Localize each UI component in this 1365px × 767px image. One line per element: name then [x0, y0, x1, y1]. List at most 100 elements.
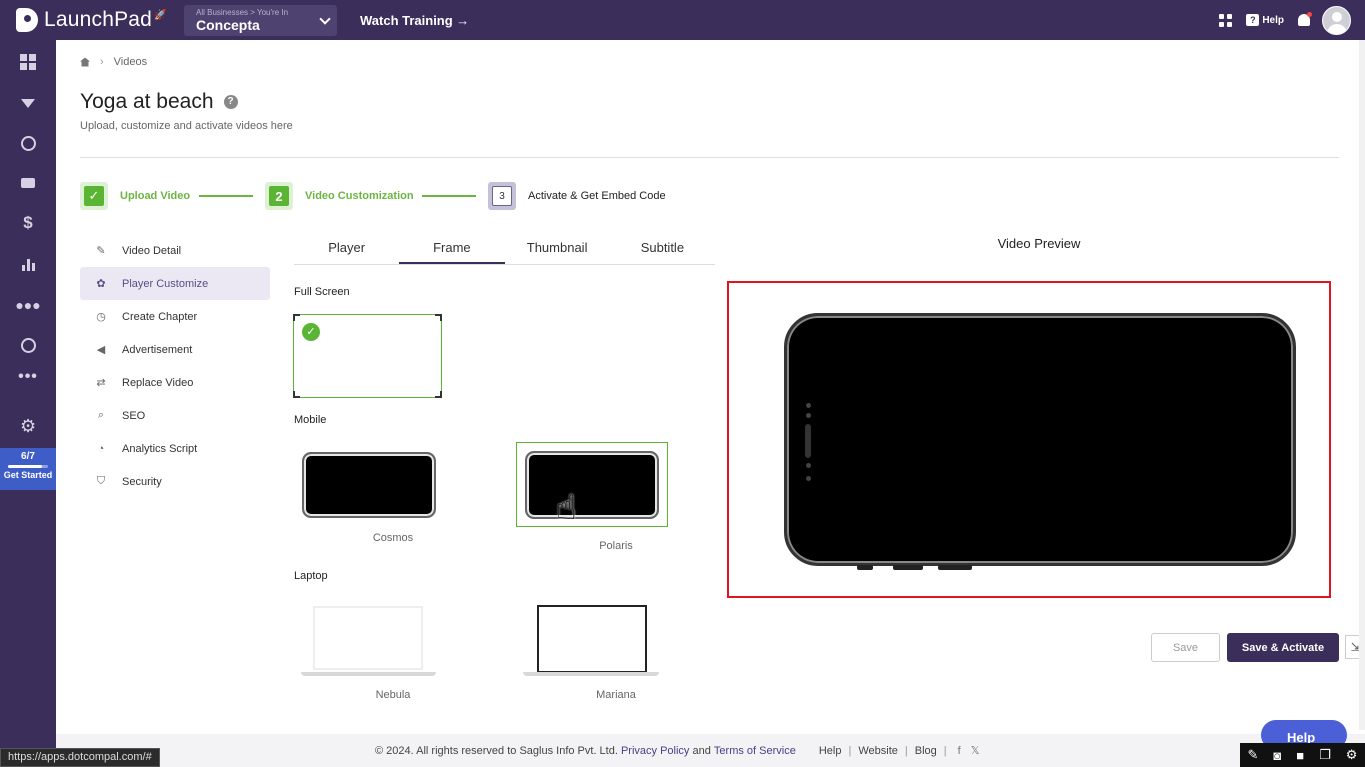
- phone-button: [893, 565, 923, 570]
- footer-website-link[interactable]: Website: [858, 745, 898, 757]
- menu-item-security[interactable]: ⛉ Security: [80, 465, 270, 498]
- facebook-icon[interactable]: f: [958, 745, 961, 757]
- step-upload-video[interactable]: ✓ Upload Video: [80, 182, 190, 210]
- dashboard-icon[interactable]: [20, 54, 36, 70]
- menu-item-create-chapter[interactable]: ◷ Create Chapter: [80, 300, 270, 333]
- analytics-icon: ◔: [97, 442, 105, 455]
- mobile-heading: Mobile: [294, 414, 327, 426]
- step-activate[interactable]: 3 Activate & Get Embed Code: [488, 182, 666, 210]
- watch-training-link[interactable]: Watch Training →: [360, 13, 469, 28]
- help-icon[interactable]: ?: [223, 95, 238, 109]
- step-video-customization[interactable]: 2 Video Customization: [265, 182, 414, 210]
- logo[interactable]: LaunchPad 🚀: [16, 8, 184, 32]
- speaker-icon: [805, 424, 811, 458]
- footer-help-link[interactable]: Help: [819, 745, 842, 757]
- step-label: Upload Video: [120, 190, 191, 202]
- tab-subtitle[interactable]: Subtitle: [610, 234, 715, 264]
- menu-item-advertisement[interactable]: ◀ Advertisement: [80, 333, 270, 366]
- palette-icon: ✿: [96, 278, 106, 290]
- step-number: 2: [269, 186, 289, 206]
- hand-cursor-icon: ☝: [556, 489, 577, 527]
- menu-item-video-detail[interactable]: ✎ Video Detail: [80, 234, 270, 267]
- customize-tabs: Player Frame Thumbnail Subtitle: [294, 234, 715, 265]
- people-icon[interactable]: ●●●: [15, 297, 40, 313]
- get-started-count: 6/7: [21, 451, 35, 462]
- terms-link[interactable]: Terms of Service: [714, 745, 796, 757]
- frame-label-nebula: Nebula: [375, 689, 411, 701]
- frame-polaris[interactable]: [525, 451, 659, 519]
- divider: [80, 157, 1339, 158]
- step-connector: [199, 195, 253, 197]
- dollar-icon[interactable]: $: [20, 213, 36, 232]
- video-icon[interactable]: [20, 175, 36, 191]
- window-icon[interactable]: ❐: [1319, 747, 1331, 763]
- home-icon[interactable]: [80, 57, 90, 67]
- footer-blog-link[interactable]: Blog: [915, 745, 937, 757]
- x-twitter-icon[interactable]: 𝕏: [971, 744, 980, 757]
- video-preview-title: Video Preview: [997, 236, 1081, 251]
- camera-icon: [806, 413, 811, 418]
- business-switcher[interactable]: All Businesses > You're In Concepta: [184, 4, 337, 36]
- notification-bell-icon[interactable]: [1298, 12, 1312, 26]
- pin-icon[interactable]: ✎: [1248, 747, 1259, 763]
- menu-item-seo[interactable]: ⌕ SEO: [80, 399, 270, 432]
- menu-item-label: Advertisement: [122, 343, 193, 356]
- funnel-icon[interactable]: [20, 95, 36, 111]
- megaphone-icon: ◀: [96, 344, 106, 356]
- menu-item-replace-video[interactable]: ⇄ Replace Video: [80, 366, 270, 399]
- menu-item-analytics-script[interactable]: ◔ Analytics Script: [80, 432, 270, 465]
- search-icon: ⌕: [97, 409, 105, 421]
- check-icon: ✓: [84, 186, 104, 206]
- gear-icon[interactable]: ⚙: [1346, 747, 1358, 763]
- footer: © 2024. All rights reserved to Saglus In…: [56, 734, 1365, 767]
- phone-button: [938, 565, 972, 570]
- help-label: Help: [1262, 14, 1284, 26]
- frame-cosmos[interactable]: [302, 452, 436, 518]
- frame-mariana[interactable]: [537, 605, 647, 673]
- scrollbar[interactable]: [1359, 40, 1365, 730]
- menu-item-player-customize[interactable]: ✿ Player Customize: [80, 267, 270, 300]
- camera-icon[interactable]: ◙: [1273, 748, 1281, 763]
- gauge-icon[interactable]: [20, 337, 36, 353]
- chart-icon[interactable]: [20, 257, 36, 273]
- left-rail: $ ●●● ••• ⚙ 6/7 Get Started: [0, 40, 56, 767]
- record-icon[interactable]: ■: [1296, 748, 1304, 763]
- logo-text: LaunchPad: [44, 8, 153, 31]
- save-activate-button[interactable]: Save & Activate: [1227, 633, 1339, 662]
- tab-player[interactable]: Player: [294, 234, 399, 264]
- gear-icon[interactable]: ⚙: [20, 416, 36, 436]
- breadcrumb-current[interactable]: Videos: [114, 56, 147, 68]
- tab-thumbnail[interactable]: Thumbnail: [505, 234, 610, 264]
- privacy-policy-link[interactable]: Privacy Policy: [621, 745, 689, 757]
- frame-nebula[interactable]: [313, 606, 423, 670]
- check-icon: ✓: [302, 323, 320, 341]
- preview-phone-frame: [784, 313, 1296, 570]
- camera-icon: [806, 476, 811, 481]
- menu-item-label: Analytics Script: [122, 442, 198, 455]
- breadcrumb: › Videos: [80, 56, 147, 68]
- tab-frame[interactable]: Frame: [399, 234, 505, 264]
- footer-copyright: © 2024. All rights reserved to Saglus In…: [375, 744, 618, 757]
- help-icon: ?: [1246, 14, 1260, 26]
- apps-grid-icon[interactable]: [1219, 13, 1233, 27]
- step-label: Activate & Get Embed Code: [528, 190, 666, 202]
- get-started-widget[interactable]: 6/7 Get Started: [0, 448, 56, 490]
- page-title: Yoga at beach ?: [80, 90, 238, 114]
- launchpad-logo-icon: [16, 8, 38, 32]
- menu-item-label: Player Customize: [122, 277, 209, 290]
- rocket-icon: 🚀: [154, 9, 167, 21]
- business-name: Concepta: [196, 16, 260, 33]
- frame-full-screen[interactable]: ✓: [293, 314, 442, 398]
- save-button[interactable]: Save: [1151, 633, 1220, 662]
- frame-mariana-base: [523, 672, 659, 676]
- laptop-heading: Laptop: [294, 570, 328, 582]
- top-bar: LaunchPad 🚀 All Businesses > You're In C…: [0, 0, 1365, 40]
- business-switcher-label: All Businesses > You're In: [196, 7, 289, 17]
- menu-item-label: Video Detail: [122, 244, 182, 257]
- globe-icon[interactable]: [20, 135, 36, 151]
- help-button[interactable]: ? Help: [1246, 14, 1284, 26]
- more-icon[interactable]: •••: [18, 368, 37, 385]
- avatar[interactable]: [1322, 5, 1351, 35]
- step-number: 3: [492, 186, 512, 206]
- step-check-box: ✓: [80, 182, 108, 210]
